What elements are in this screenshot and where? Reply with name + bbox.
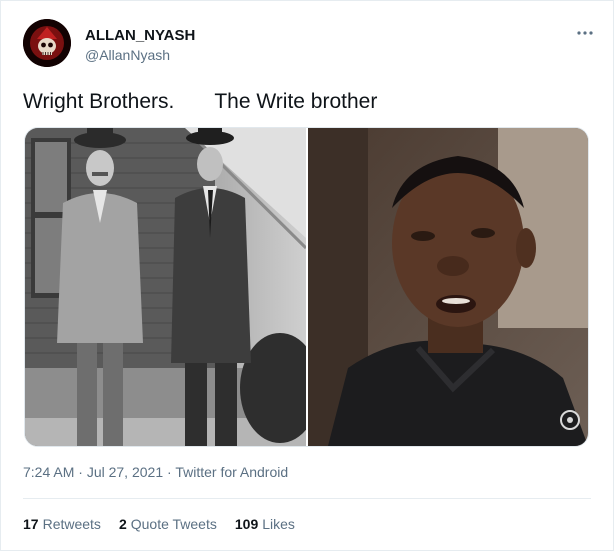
vintage-photo-two-men[interactable] bbox=[25, 128, 308, 446]
tweet-source-link[interactable]: Twitter for Android bbox=[175, 464, 288, 480]
likes-label: Likes bbox=[262, 516, 295, 532]
tweet-stats: 17 Retweets 2 Quote Tweets 109 Likes bbox=[23, 516, 295, 532]
likes-count: 109 bbox=[234, 516, 259, 532]
tweet-card: ALLAN_NYASH @AllanNyash Wright Brothers.… bbox=[0, 0, 614, 551]
meta-separator: · bbox=[78, 464, 87, 480]
more-options-button[interactable] bbox=[571, 19, 599, 47]
divider bbox=[23, 498, 591, 499]
tweet-text: Wright Brothers. The Write brother bbox=[23, 90, 377, 114]
skull-avatar-icon bbox=[23, 19, 71, 67]
quote-tweets-count: 2 bbox=[118, 516, 127, 532]
tweet-text-left: Wright Brothers. bbox=[23, 90, 175, 113]
more-options-icon bbox=[577, 31, 593, 35]
likes-stat[interactable]: 109 Likes bbox=[235, 516, 295, 532]
man-speaking-photo[interactable] bbox=[308, 128, 588, 446]
quote-tweets-label: Quote Tweets bbox=[130, 516, 217, 532]
tweet-text-right: The Write brother bbox=[214, 90, 378, 113]
media-grid bbox=[24, 127, 589, 447]
retweets-label: Retweets bbox=[42, 516, 101, 532]
quote-tweets-stat[interactable]: 2 Quote Tweets bbox=[119, 516, 217, 532]
tweet-meta: 7:24 AM · Jul 27, 2021 · Twitter for And… bbox=[23, 464, 288, 480]
retweets-stat[interactable]: 17 Retweets bbox=[23, 516, 101, 532]
author-handle[interactable]: @AllanNyash bbox=[85, 47, 170, 63]
avatar[interactable] bbox=[23, 19, 71, 67]
tweet-time[interactable]: 7:24 AM bbox=[23, 464, 74, 480]
tweet-date[interactable]: Jul 27, 2021 bbox=[87, 464, 163, 480]
author-name[interactable]: ALLAN_NYASH bbox=[85, 27, 195, 44]
retweets-count: 17 bbox=[23, 516, 39, 532]
